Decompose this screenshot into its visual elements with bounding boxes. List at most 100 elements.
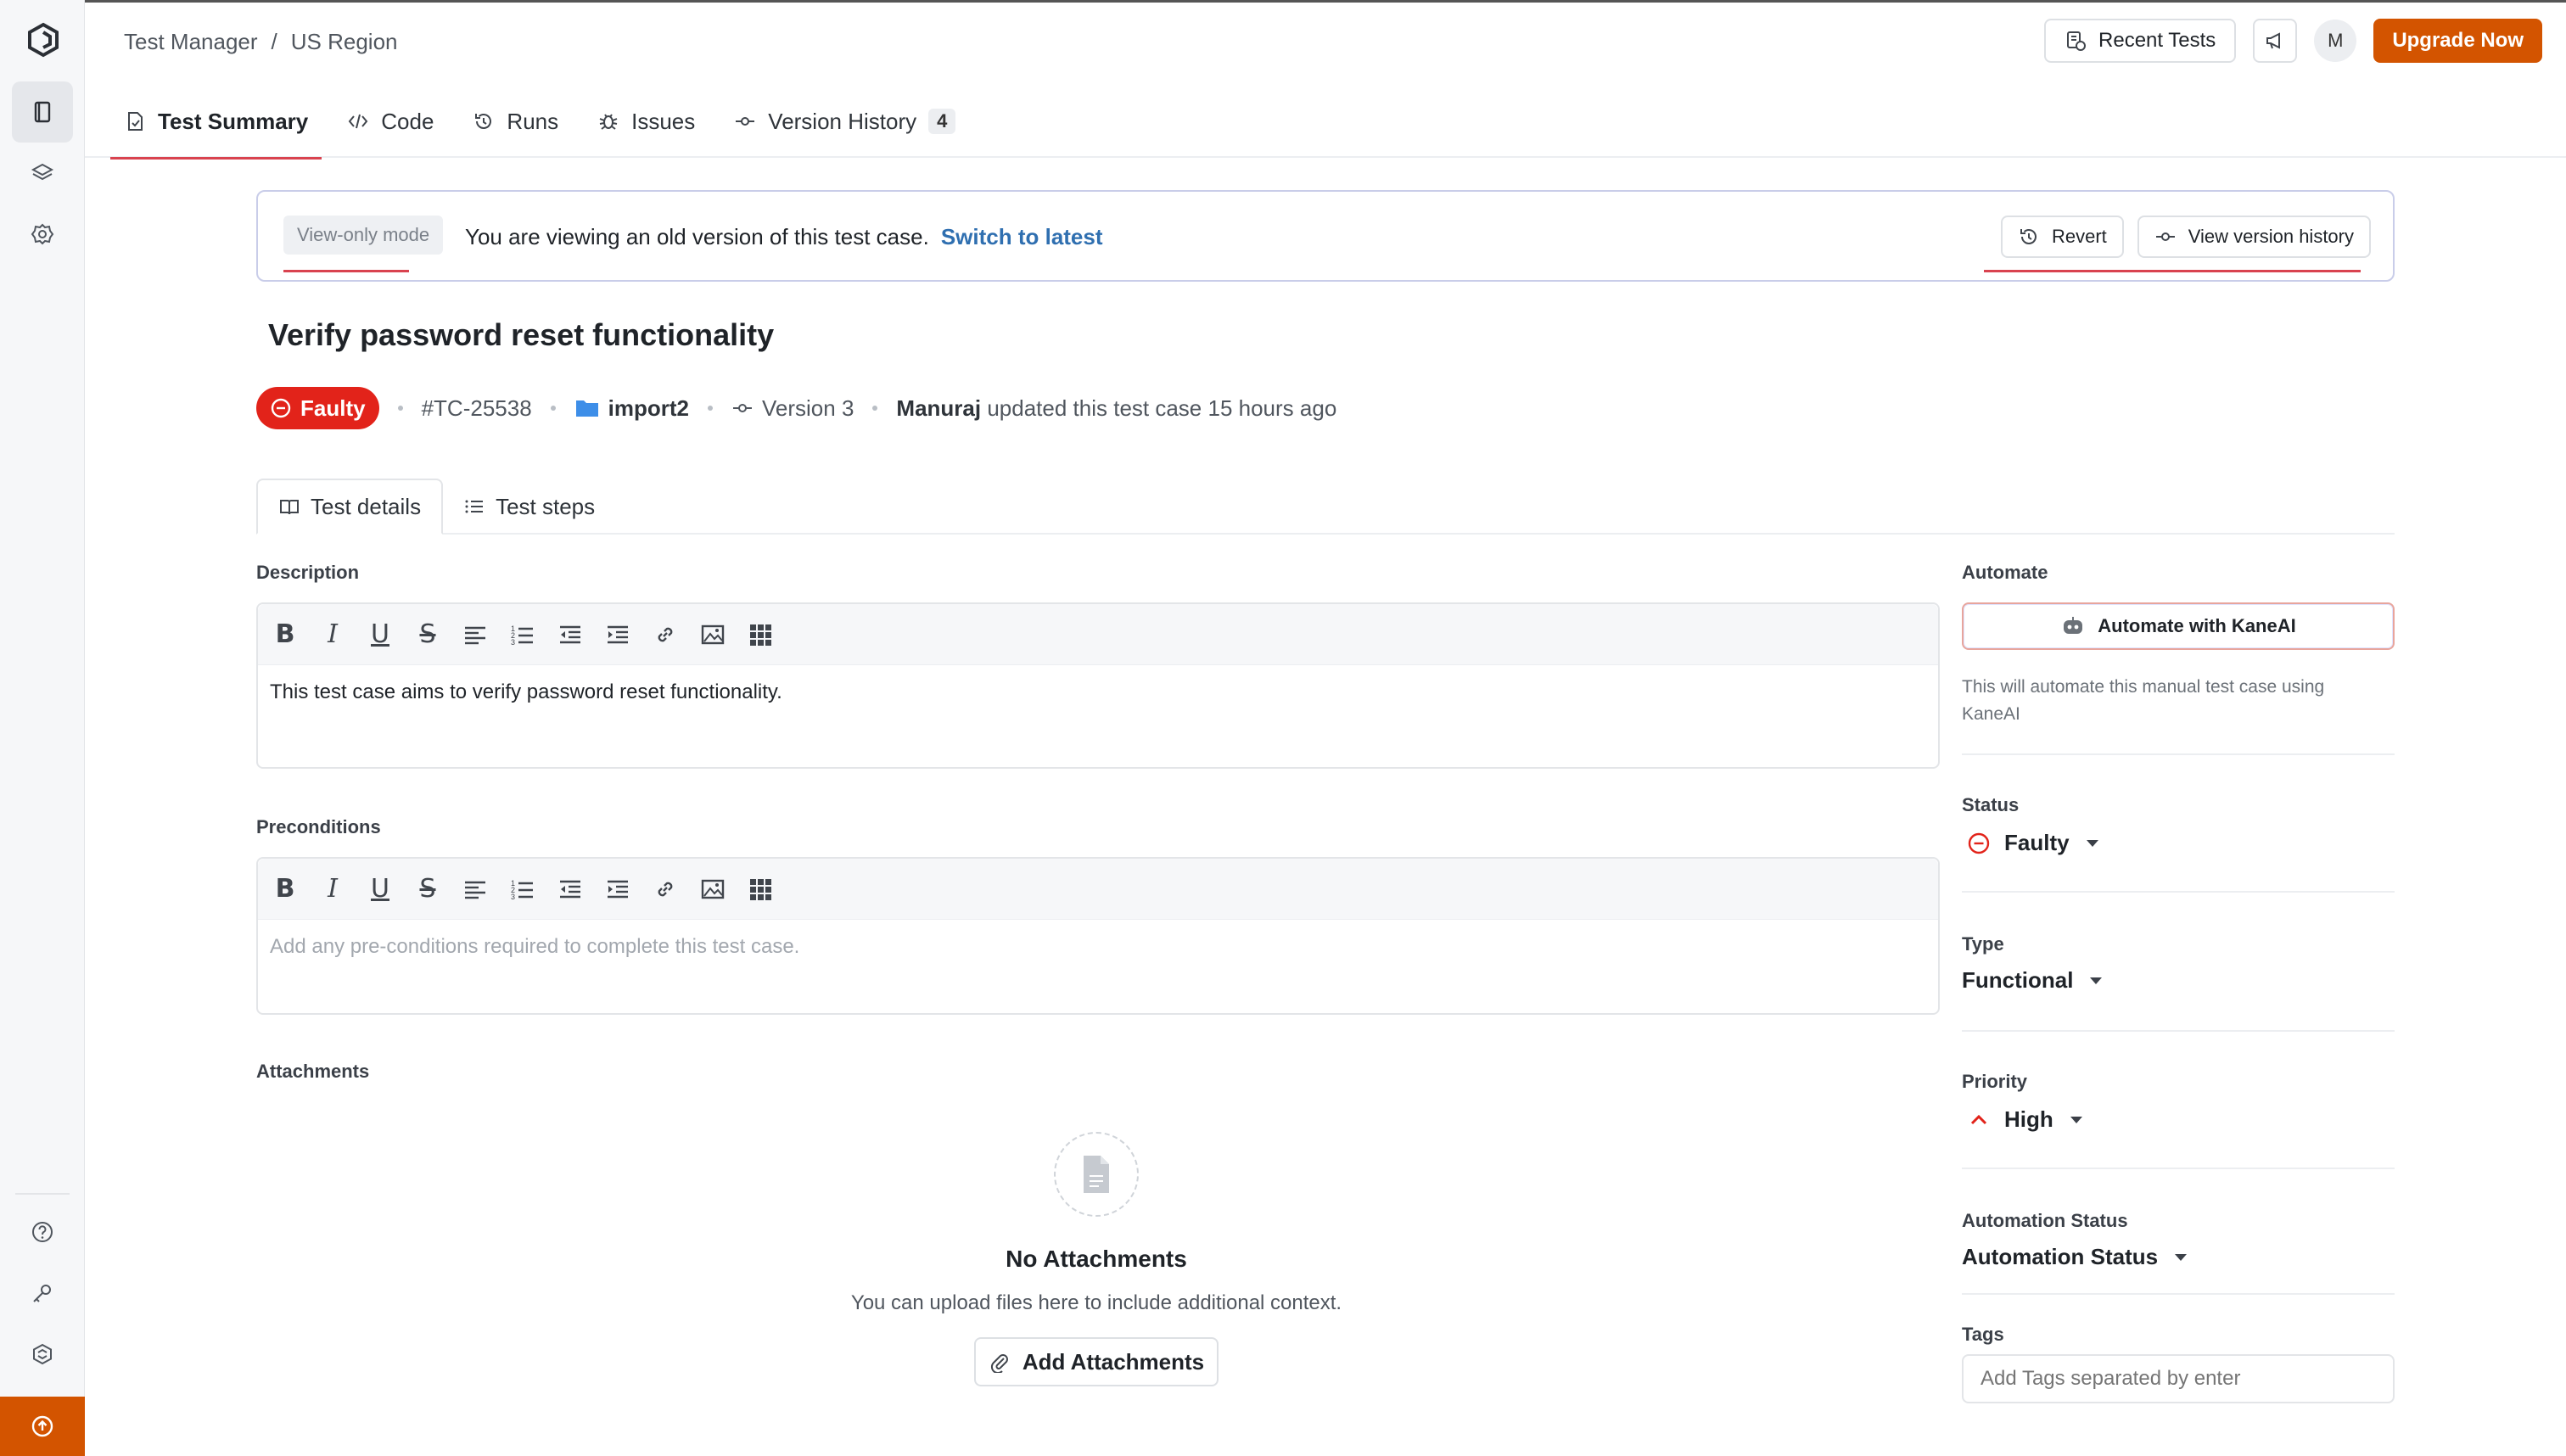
link-icon[interactable] [650, 619, 681, 650]
tab-label: Version History [768, 108, 917, 134]
breadcrumb-separator: / [271, 29, 277, 54]
banner-message: You are viewing an old version of this t… [465, 224, 1103, 250]
priority-dropdown[interactable]: High [1967, 1106, 2082, 1133]
svg-text:3: 3 [511, 638, 515, 647]
minus-circle-icon [271, 398, 291, 418]
tab-test-summary[interactable]: Test Summary [110, 85, 322, 160]
panel-divider [1962, 1293, 2395, 1295]
tab-issues[interactable]: Issues [584, 85, 709, 158]
ordered-list-icon[interactable]: 123 [507, 874, 538, 904]
no-attachments-title: No Attachments [1006, 1246, 1187, 1272]
italic-icon[interactable]: I [317, 619, 348, 650]
page-title: Verify password reset functionality [268, 317, 775, 352]
version-indicator: Version 3 [731, 395, 854, 422]
status-badge: Faulty [256, 387, 379, 429]
underline-icon[interactable]: U [365, 619, 395, 650]
nav-integrations-button[interactable] [12, 1324, 73, 1385]
switch-to-latest-link[interactable]: Switch to latest [941, 224, 1103, 249]
automation-status-dropdown[interactable]: Automation Status [1962, 1244, 2188, 1270]
description-toolbar: B I U S 123 [258, 604, 1938, 665]
user-avatar[interactable]: M [2314, 20, 2357, 62]
status-badge-label: Faulty [300, 395, 366, 421]
add-attachments-button[interactable]: Add Attachments [974, 1337, 1219, 1386]
nav-test-manager-button[interactable] [12, 81, 73, 143]
breadcrumb-item-region[interactable]: US Region [291, 29, 398, 55]
folder-link[interactable]: import2 [574, 395, 689, 422]
history-icon [2020, 229, 2037, 244]
chevron-down-icon [2175, 1253, 2188, 1261]
mode-underline [283, 270, 409, 272]
panel-divider [1962, 891, 2395, 893]
description-text[interactable]: This test case aims to verify password r… [258, 665, 1938, 720]
bold-icon[interactable]: B [270, 619, 300, 650]
upgrade-tile-button[interactable] [0, 1397, 85, 1456]
image-icon[interactable] [698, 619, 728, 650]
version-count-badge: 4 [928, 109, 956, 134]
preconditions-input[interactable]: Add any pre-conditions required to compl… [258, 920, 1938, 974]
outdent-icon[interactable] [555, 619, 585, 650]
description-editor: B I U S 123 This test case aims to verif… [256, 602, 1940, 769]
gear-icon [31, 223, 54, 245]
svg-text:3: 3 [511, 893, 515, 901]
status-dropdown[interactable]: Faulty [1967, 830, 2098, 856]
align-left-icon[interactable] [460, 874, 490, 904]
view-version-history-label: View version history [2188, 226, 2354, 247]
tab-version-history[interactable]: Version History 4 [720, 85, 969, 158]
image-icon[interactable] [698, 874, 728, 904]
indent-icon[interactable] [602, 619, 633, 650]
recent-tests-button[interactable]: Recent Tests [2044, 19, 2237, 63]
tab-test-details[interactable]: Test details [256, 479, 444, 535]
banner-message-text: You are viewing an old version of this t… [465, 224, 929, 249]
minus-circle-icon [1968, 832, 1990, 854]
tab-runs[interactable]: Runs [459, 85, 572, 158]
chevron-down-icon [2090, 977, 2103, 984]
align-left-icon[interactable] [460, 619, 490, 650]
type-dropdown[interactable]: Functional [1962, 967, 2103, 994]
underline-icon[interactable]: U [365, 874, 395, 904]
commit-icon [733, 404, 752, 412]
outdent-icon[interactable] [555, 874, 585, 904]
view-version-history-button[interactable]: View version history [2137, 216, 2371, 258]
automate-with-kaneai-button[interactable]: Automate with KaneAI [1962, 602, 2395, 650]
status-label: Status [1962, 794, 2020, 815]
upgrade-now-button[interactable]: Upgrade Now [2373, 19, 2542, 63]
link-icon[interactable] [650, 874, 681, 904]
priority-value: High [2004, 1106, 2053, 1132]
help-icon [32, 1222, 53, 1242]
meta-dot [872, 406, 878, 411]
nav-layers-button[interactable] [12, 143, 73, 204]
commit-icon [2155, 232, 2175, 241]
key-icon [33, 1285, 51, 1302]
view-only-mode-chip: View-only mode [283, 216, 444, 255]
preconditions-label: Preconditions [256, 816, 381, 837]
table-grid-icon[interactable] [745, 619, 776, 650]
table-grid-icon[interactable] [745, 874, 776, 904]
nav-help-button[interactable] [12, 1201, 73, 1263]
ordered-list-icon[interactable]: 123 [507, 619, 538, 650]
description-label: Description [256, 562, 360, 583]
megaphone-icon [2266, 32, 2281, 49]
app-logo-icon[interactable] [25, 22, 61, 58]
banner-actions: Revert View version history [2000, 216, 2371, 258]
announcements-button[interactable] [2253, 19, 2298, 63]
folder-name: import2 [608, 395, 689, 421]
strikethrough-icon[interactable]: S [412, 619, 443, 650]
status-value: Faulty [2004, 830, 2070, 855]
bold-icon[interactable]: B [270, 874, 300, 904]
list-icon [465, 500, 484, 513]
tags-input[interactable] [1962, 1354, 2395, 1403]
tab-label: Runs [507, 108, 559, 134]
add-attachments-label: Add Attachments [1022, 1348, 1205, 1375]
detail-tabs: Test details Test steps [256, 479, 2395, 535]
indent-icon[interactable] [602, 874, 633, 904]
strikethrough-icon[interactable]: S [412, 874, 443, 904]
nav-keys-button[interactable] [12, 1263, 73, 1324]
nav-settings-button[interactable] [12, 204, 73, 265]
breadcrumb-item-test-manager[interactable]: Test Manager [124, 29, 258, 55]
tab-code[interactable]: Code [333, 85, 447, 158]
tab-label: Test steps [496, 493, 596, 519]
revert-button[interactable]: Revert [2000, 216, 2124, 258]
tab-test-steps[interactable]: Test steps [443, 479, 615, 535]
italic-icon[interactable]: I [317, 874, 348, 904]
type-label: Type [1962, 933, 2004, 955]
